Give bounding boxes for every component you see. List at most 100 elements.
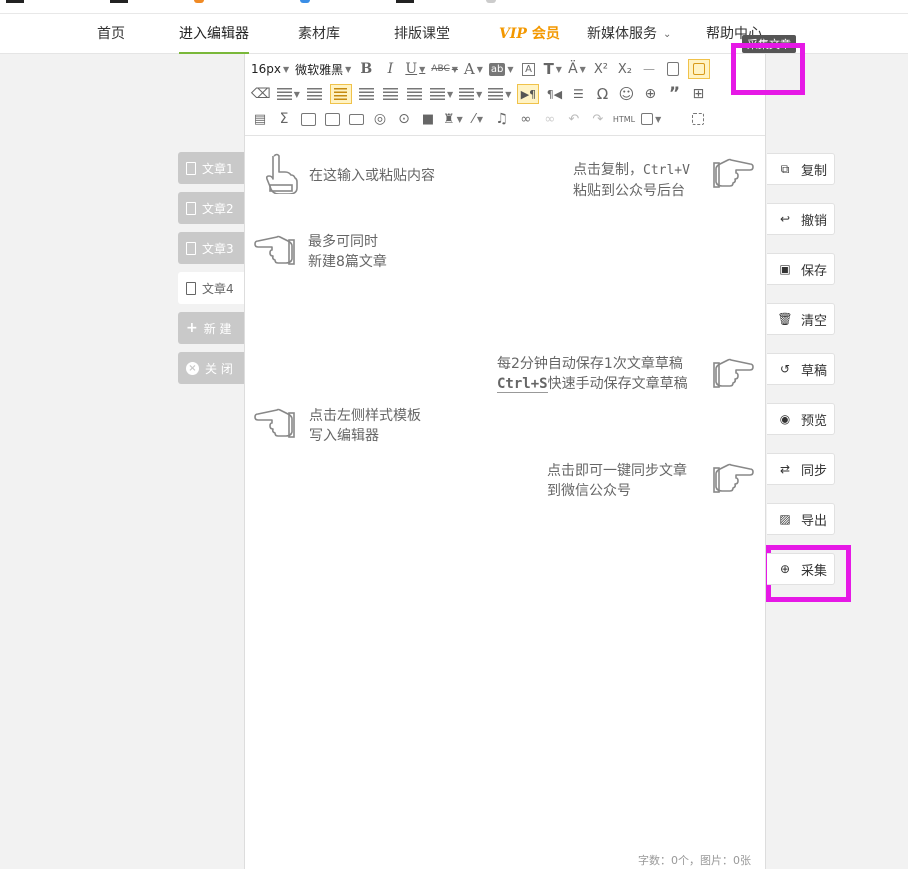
page-icon[interactable] bbox=[664, 59, 682, 79]
doc-tab-2[interactable]: 文章2 bbox=[178, 192, 245, 224]
paragraph-spacing-bottom-icon[interactable]: ▼ bbox=[488, 84, 511, 104]
emoji-icon[interactable]: ☺ bbox=[617, 84, 635, 104]
bold-icon[interactable]: B bbox=[357, 59, 375, 79]
map-icon[interactable]: ⊙ bbox=[395, 109, 413, 129]
highlight-color-icon[interactable]: ab ▼ bbox=[488, 59, 514, 79]
hint-copy-kbd: Ctrl+V bbox=[643, 163, 690, 178]
line-height-icon[interactable]: ▼ bbox=[429, 84, 453, 104]
hint-save-kbd: Ctrl+S bbox=[497, 376, 548, 393]
word-count-status: 字数：0个，图片：0张 bbox=[638, 854, 751, 867]
palette-icon[interactable]: ◎ bbox=[371, 109, 389, 129]
save-button[interactable]: ▣ 保存 bbox=[767, 253, 835, 285]
underline-icon[interactable]: U ▼ bbox=[405, 59, 425, 79]
save-icon: ▣ bbox=[779, 262, 791, 276]
font-size-value: 16px bbox=[251, 62, 281, 76]
nav-home[interactable]: 首页 bbox=[97, 14, 125, 54]
subscript-icon[interactable]: X₂ bbox=[616, 59, 634, 79]
doc-tab-1[interactable]: 文章1 bbox=[178, 152, 245, 184]
collect-button[interactable]: ⊕ 采集 bbox=[767, 553, 835, 585]
font-size-select[interactable]: 16px ▼ bbox=[251, 59, 289, 79]
multi-image-icon[interactable] bbox=[323, 109, 341, 129]
eraser-icon[interactable]: ⌫ bbox=[251, 84, 271, 104]
doc-tab-3[interactable]: 文章3 bbox=[178, 232, 245, 264]
video-icon[interactable]: ■ bbox=[419, 109, 437, 129]
nav-vip[interactable]: VIP 会员 bbox=[499, 14, 560, 54]
hand-pointer-right-icon bbox=[713, 158, 754, 188]
search-replace-icon[interactable]: ⊕ bbox=[641, 84, 659, 104]
export-button[interactable]: ▨ 导出 bbox=[767, 503, 835, 535]
hint-sync-line1: 点击即可一键同步文章 bbox=[547, 463, 687, 479]
quote-icon[interactable]: ” bbox=[665, 84, 683, 104]
table-icon[interactable]: ⊞ bbox=[689, 84, 707, 104]
hint-template: 点击左侧样式模板 写入编辑器 bbox=[309, 406, 421, 446]
preview-button-label: 预览 bbox=[801, 413, 828, 429]
strikethrough-icon[interactable]: ABC ▼ bbox=[431, 59, 458, 79]
ltr-icon[interactable]: ▶¶ bbox=[517, 84, 540, 104]
hint-max-line2: 新建8篇文章 bbox=[308, 254, 387, 270]
align-justify-icon[interactable] bbox=[406, 84, 424, 104]
preview-button[interactable]: ◉ 预览 bbox=[767, 403, 835, 435]
unlink-icon[interactable]: ∞ bbox=[541, 109, 559, 129]
align-left-icon[interactable] bbox=[329, 84, 352, 104]
file-icon bbox=[186, 241, 196, 255]
redo-arrow-icon[interactable]: ↷ bbox=[589, 109, 607, 129]
editor-toolbar: 16px ▼ 微软雅黑 ▼ B I U ▼ ABC ▼ A ▼ ab ▼ A T ▼ Ä ▼ X… bbox=[245, 54, 765, 136]
doc-tab-label: 文章1 bbox=[202, 161, 234, 176]
clear-button[interactable]: 🗑 清空 bbox=[767, 303, 835, 335]
undo-button[interactable]: ↩ 撤销 bbox=[767, 203, 835, 235]
top-strip-mark bbox=[110, 0, 128, 3]
superscript-icon[interactable]: X² bbox=[592, 59, 610, 79]
align-right-icon[interactable] bbox=[382, 84, 400, 104]
horizontal-rule-icon[interactable]: — bbox=[640, 59, 658, 79]
top-strip-mark bbox=[396, 0, 414, 3]
hint-copy-text: 点击复制， bbox=[573, 162, 643, 178]
image-icon[interactable] bbox=[299, 109, 317, 129]
toolbar-row-3: ▤ Σ ◎ ⊙ ■ ♜ ▼ ⁄ ▼ ♫ ∞ ∞ ↶ ↷ HTML ▼ bbox=[251, 108, 713, 130]
draft-button[interactable]: ↺ 草稿 bbox=[767, 353, 835, 385]
doc-tab-label: 文章4 bbox=[202, 281, 234, 296]
fullscreen-icon[interactable] bbox=[689, 109, 707, 129]
paragraph-format-icon[interactable]: ☰ bbox=[569, 84, 587, 104]
indent-icon[interactable] bbox=[306, 84, 324, 104]
trash-icon: 🗑 bbox=[777, 312, 793, 326]
italic-icon[interactable]: I bbox=[381, 59, 399, 79]
letter-spacing-icon[interactable]: Ä ▼ bbox=[568, 59, 586, 79]
indent-select-icon[interactable]: ▼ bbox=[276, 84, 300, 104]
hint-copy-line2: 粘贴到公众号后台 bbox=[573, 183, 685, 199]
format-brush-icon[interactable]: ♜ ▼ bbox=[443, 109, 463, 129]
paragraph-spacing-top-icon[interactable]: ▼ bbox=[459, 84, 482, 104]
close-doc-button[interactable]: × 关 闭 bbox=[178, 352, 245, 384]
special-chars-icon[interactable]: Ω bbox=[593, 84, 611, 104]
edit-template-icon[interactable]: ▼ bbox=[641, 109, 661, 129]
rtl-icon[interactable]: ¶◀ bbox=[545, 84, 563, 104]
undo-arrow-icon[interactable]: ↶ bbox=[565, 109, 583, 129]
nav-layout-class[interactable]: 排版课堂 bbox=[394, 14, 450, 54]
frame-icon[interactable] bbox=[347, 109, 365, 129]
nav-materials[interactable]: 素材库 bbox=[298, 14, 340, 54]
paste-icon[interactable]: ▤ bbox=[251, 109, 269, 129]
nav-media-service[interactable]: 新媒体服务 ⌄ bbox=[587, 14, 671, 54]
music-icon[interactable]: ♫ bbox=[493, 109, 511, 129]
text-border-icon[interactable]: A bbox=[520, 59, 538, 79]
html-source-icon[interactable]: HTML bbox=[613, 109, 635, 129]
link-icon[interactable]: ∞ bbox=[517, 109, 535, 129]
dropdown-arrow-icon: ▼ bbox=[283, 64, 290, 74]
hint-max: 最多可同时 新建8篇文章 bbox=[308, 232, 387, 272]
font-color-icon[interactable]: A ▼ bbox=[464, 59, 483, 79]
nav-editor[interactable]: 进入编辑器 bbox=[179, 14, 249, 54]
new-doc-button[interactable]: + 新 建 bbox=[178, 312, 245, 344]
font-family-select[interactable]: 微软雅黑 ▼ bbox=[295, 59, 351, 79]
vip-suffix: 会员 bbox=[531, 26, 560, 42]
doc-tab-4[interactable]: 文章4 bbox=[178, 272, 245, 304]
zoom-in-icon: ⊕ bbox=[779, 562, 791, 576]
hand-pointer-left-icon bbox=[254, 235, 295, 265]
sync-button-label: 同步 bbox=[801, 463, 828, 479]
magic-wand-icon[interactable]: ⁄ ▼ bbox=[469, 109, 487, 129]
collect-article-icon[interactable] bbox=[687, 59, 710, 79]
text-style-icon[interactable]: T ▼ bbox=[544, 59, 562, 79]
clear-button-label: 清空 bbox=[801, 313, 828, 329]
copy-button[interactable]: ⧉ 复制 bbox=[767, 153, 835, 185]
formula-icon[interactable]: Σ bbox=[275, 109, 293, 129]
align-center-icon[interactable] bbox=[358, 84, 376, 104]
sync-button[interactable]: ⇄ 同步 bbox=[767, 453, 835, 485]
